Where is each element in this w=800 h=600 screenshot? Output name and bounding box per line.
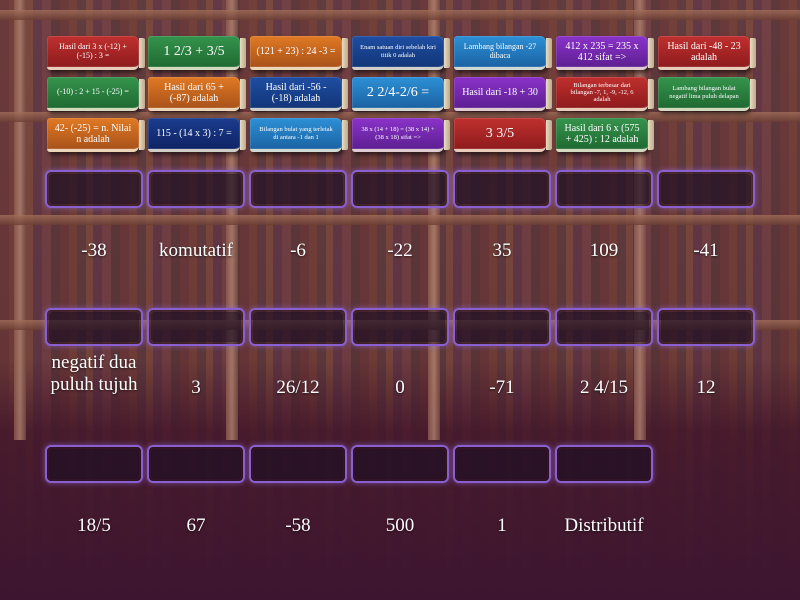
question-card[interactable]: Bilangan terbesar dari bilangan -7, 1, -…: [556, 77, 654, 111]
answer-label: 35: [492, 240, 512, 261]
answer-label: -41: [693, 240, 719, 261]
question-card[interactable]: 412 x 235 = 235 x 412 sifat =>: [556, 36, 654, 70]
drop-slot[interactable]: [45, 445, 143, 483]
question-card[interactable]: Hasil dari 65 + (-87) adalah: [148, 77, 246, 111]
drop-slot[interactable]: [147, 445, 245, 483]
question-card[interactable]: 42- (-25) = n. Nilai n adalah: [47, 118, 145, 152]
question-card[interactable]: (121 + 23) : 24 -3 =: [250, 36, 348, 70]
answer-label: -58: [285, 515, 311, 536]
answer-label: negatif dua puluh tujuh: [50, 352, 138, 395]
answer-label: 1: [497, 515, 507, 536]
question-card[interactable]: Hasil dari 3 x (-12) + (-15) : 3 =: [47, 36, 145, 70]
question-card[interactable]: Hasil dari -48 - 23 adalah: [658, 36, 756, 70]
question-card[interactable]: Hasil dari -18 + 30: [454, 77, 552, 111]
drop-slot[interactable]: [351, 170, 449, 208]
answer-label: -6: [290, 240, 306, 261]
drop-slot[interactable]: [453, 445, 551, 483]
drop-slot[interactable]: [657, 170, 755, 208]
drop-slot[interactable]: [453, 308, 551, 346]
answer-label: 3: [191, 377, 201, 398]
drop-slot[interactable]: [657, 308, 755, 346]
question-card[interactable]: Hasil dari -56 - (-18) adalah: [250, 77, 348, 111]
answer-label: 109: [589, 240, 619, 261]
question-card[interactable]: Lambang bilangan bulat negatif lima pulu…: [658, 77, 756, 111]
answer-label: Distributif: [564, 515, 644, 536]
question-card[interactable]: Enam satuan diri sebelah kiri titik 0 ad…: [352, 36, 450, 70]
answer-label: 18/5: [77, 515, 111, 536]
answer-label: 2 4/15: [579, 377, 629, 398]
question-card[interactable]: (-10) : 2 + 15 - (-25) =: [47, 77, 145, 111]
shelf-board: [0, 10, 800, 20]
answer-label: 500: [385, 515, 415, 536]
question-card[interactable]: 3 3/5: [454, 118, 552, 152]
drop-slot[interactable]: [249, 445, 347, 483]
drop-slot[interactable]: [555, 308, 653, 346]
question-card[interactable]: Bilangan bulat yang terletak di antara -…: [250, 118, 348, 152]
drop-slot[interactable]: [351, 308, 449, 346]
drop-slot[interactable]: [147, 170, 245, 208]
answer-label: -22: [387, 240, 413, 261]
drop-slot[interactable]: [555, 170, 653, 208]
question-card[interactable]: Hasil dari 6 x (575 + 425) : 12 adalah: [556, 118, 654, 152]
answer-label: 67: [186, 515, 206, 536]
question-card[interactable]: Lambang bilangan -27 dibaca: [454, 36, 552, 70]
question-card[interactable]: 115 - (14 x 3) : 7 =: [148, 118, 246, 152]
drop-slot[interactable]: [249, 308, 347, 346]
drop-slot[interactable]: [147, 308, 245, 346]
drop-slot[interactable]: [45, 170, 143, 208]
drop-slot[interactable]: [555, 445, 653, 483]
question-card[interactable]: 38 x (14 + 18) = (38 x 14) + (38 x 18) s…: [352, 118, 450, 152]
drop-slot[interactable]: [249, 170, 347, 208]
drop-slot[interactable]: [45, 308, 143, 346]
drop-slot[interactable]: [453, 170, 551, 208]
drop-slot[interactable]: [351, 445, 449, 483]
answer-label: -38: [81, 240, 107, 261]
answer-label: 0: [395, 377, 405, 398]
answer-label: -71: [489, 377, 515, 398]
shelf-board: [0, 215, 800, 225]
question-card[interactable]: 2 2/4-2/6 =: [352, 77, 450, 111]
answer-label: komutatif: [159, 240, 233, 261]
question-card[interactable]: 1 2/3 + 3/5: [148, 36, 246, 70]
answer-label: 26/12: [276, 377, 320, 398]
answer-label: 12: [696, 377, 716, 398]
